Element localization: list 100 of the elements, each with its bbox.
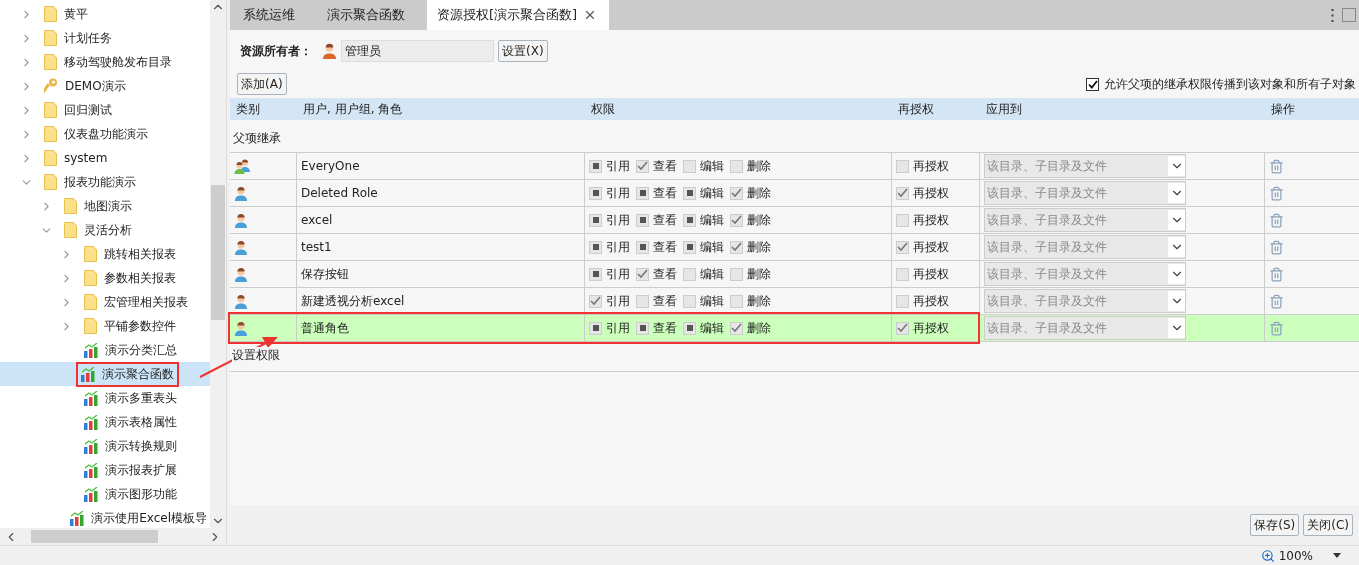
tree-item[interactable]: 演示转换规则 (0, 434, 210, 458)
tree-item[interactable]: 宏管理相关报表 (0, 290, 210, 314)
tab[interactable]: 资源授权[演示聚合函数] (427, 0, 610, 30)
permission-checkbox[interactable] (636, 240, 649, 254)
tree-item[interactable]: 仪表盘功能演示 (0, 122, 210, 146)
permission-checkbox[interactable] (683, 213, 696, 227)
tree-label: 平铺参数控件 (104, 317, 176, 335)
tree-label: 演示聚合函数 (102, 365, 174, 383)
dialog-button[interactable]: 保存(S) (1250, 514, 1300, 536)
delete-icon[interactable] (1269, 266, 1284, 282)
column-header: 权限 (590, 100, 616, 118)
permission-label: 删除 (747, 211, 771, 229)
checkbox[interactable] (1086, 77, 1099, 91)
permission-checkbox[interactable] (896, 159, 909, 173)
tree-label: 移动驾驶舱发布目录 (64, 53, 172, 71)
permission-checkbox[interactable] (730, 267, 743, 281)
tree-item[interactable]: 演示图形功能 (0, 482, 210, 506)
folder-icon (84, 246, 97, 262)
column-header: 操作 (1270, 100, 1296, 118)
key-icon (44, 78, 58, 94)
permission-checkbox[interactable] (589, 321, 602, 335)
table-row[interactable]: 保存按钮 引用 查看 编辑 删除 再授权 该目录、子目录及文件 (230, 261, 1359, 288)
table-row[interactable]: test1 引用 查看 编辑 删除 再授权 该目录、子目录及文件 (230, 234, 1359, 261)
table-row[interactable]: 新建透视分析excel 引用 查看 编辑 删除 再授权 该目录、子目录及文件 (230, 288, 1359, 315)
tree-label: 演示多重表头 (105, 389, 177, 407)
permission-checkbox[interactable] (636, 321, 649, 335)
tree-item[interactable]: 灵活分析 (0, 218, 210, 242)
table-row[interactable]: EveryOne 引用 查看 编辑 删除 再授权 该目录、子目录及文件 (230, 153, 1359, 180)
permission-checkbox[interactable] (896, 213, 909, 227)
tree-item[interactable]: 计划任务 (0, 26, 210, 50)
permission-checkbox[interactable] (683, 240, 696, 254)
delete-icon[interactable] (1269, 239, 1284, 255)
tree-item[interactable]: system (0, 146, 210, 170)
permission-label: 再授权 (913, 211, 949, 229)
chart-icon (84, 462, 98, 478)
tree-label: 回归测试 (64, 101, 112, 119)
permission-checkbox[interactable] (589, 213, 602, 227)
add-button[interactable]: 添加(A) (237, 73, 287, 95)
caret-icon[interactable] (1333, 553, 1341, 558)
tree-item[interactable]: 参数相关报表 (0, 266, 210, 290)
permission-checkbox[interactable] (683, 321, 696, 335)
scrollbar-thumb[interactable] (211, 185, 225, 320)
permission-checkbox[interactable] (589, 159, 602, 173)
zoom-icon[interactable] (1260, 548, 1275, 563)
table-cell: 普通角色 (301, 319, 349, 337)
permission-checkbox[interactable] (636, 294, 649, 308)
tree-label: 黄平 (64, 5, 88, 23)
dialog-button[interactable]: 关闭(C) (1303, 514, 1353, 536)
tab[interactable]: 演示聚合函数 (317, 0, 427, 30)
permission-label: 删除 (747, 184, 771, 202)
delete-icon[interactable] (1269, 320, 1284, 336)
more-icon[interactable] (1331, 8, 1334, 22)
folder-icon (84, 270, 97, 286)
tree-item[interactable]: 跳转相关报表 (0, 242, 210, 266)
folder-icon (44, 174, 57, 190)
tree-item[interactable]: 移动驾驶舱发布目录 (0, 50, 210, 74)
permission-checkbox[interactable] (683, 267, 696, 281)
tree-item[interactable]: DEMO演示 (0, 74, 210, 98)
vertical-scrollbar[interactable] (210, 0, 226, 528)
owner-field[interactable]: 管理员 (341, 40, 494, 62)
tree-item[interactable]: 报表功能演示 (0, 170, 210, 194)
scrollbar-thumb[interactable] (31, 530, 158, 543)
tree-item[interactable]: 演示聚合函数 (0, 362, 210, 386)
tree-item[interactable]: 地图演示 (0, 194, 210, 218)
delete-icon[interactable] (1269, 185, 1284, 201)
permission-checkbox[interactable] (636, 186, 649, 200)
tree-item[interactable]: 演示分类汇总 (0, 338, 210, 362)
horizontal-scrollbar[interactable] (0, 528, 226, 545)
tab[interactable]: 系统运维 (233, 0, 317, 30)
user-icon (234, 185, 248, 201)
tree-item[interactable]: 黄平 (0, 2, 210, 26)
table-row[interactable]: Deleted Role 引用 查看 编辑 删除 再授权 该目录、子目录及文件 (230, 180, 1359, 207)
column-header: 再授权 (897, 100, 935, 118)
permission-checkbox[interactable] (730, 294, 743, 308)
tree-item[interactable]: 平铺参数控件 (0, 314, 210, 338)
tree-item[interactable]: 演示多重表头 (0, 386, 210, 410)
tree-item[interactable]: 回归测试 (0, 98, 210, 122)
delete-icon[interactable] (1269, 212, 1284, 228)
permission-checkbox[interactable] (589, 240, 602, 254)
table-row[interactable]: 普通角色 引用 查看 编辑 删除 再授权 该目录、子目录及文件 (230, 315, 1359, 342)
permission-checkbox[interactable] (636, 213, 649, 227)
zoom-level: 100% (1278, 548, 1313, 563)
maximize-icon[interactable] (1342, 8, 1356, 22)
permission-label: 再授权 (913, 292, 949, 310)
permission-checkbox[interactable] (683, 294, 696, 308)
permission-checkbox[interactable] (896, 294, 909, 308)
set-owner-button[interactable]: 设置(X) (498, 40, 548, 62)
tree-label: 跳转相关报表 (104, 245, 176, 263)
permission-checkbox[interactable] (589, 267, 602, 281)
delete-icon[interactable] (1269, 293, 1284, 309)
delete-icon[interactable] (1269, 158, 1284, 174)
permission-checkbox[interactable] (589, 186, 602, 200)
table-row[interactable]: excel 引用 查看 编辑 删除 再授权 该目录、子目录及文件 (230, 207, 1359, 234)
permission-checkbox[interactable] (683, 186, 696, 200)
permission-checkbox[interactable] (683, 159, 696, 173)
tree-item[interactable]: 演示报表扩展 (0, 458, 210, 482)
permission-checkbox[interactable] (896, 267, 909, 281)
tree-item[interactable]: 演示使用Excel模板导 (0, 506, 210, 528)
permission-checkbox[interactable] (730, 159, 743, 173)
tree-item[interactable]: 演示表格属性 (0, 410, 210, 434)
